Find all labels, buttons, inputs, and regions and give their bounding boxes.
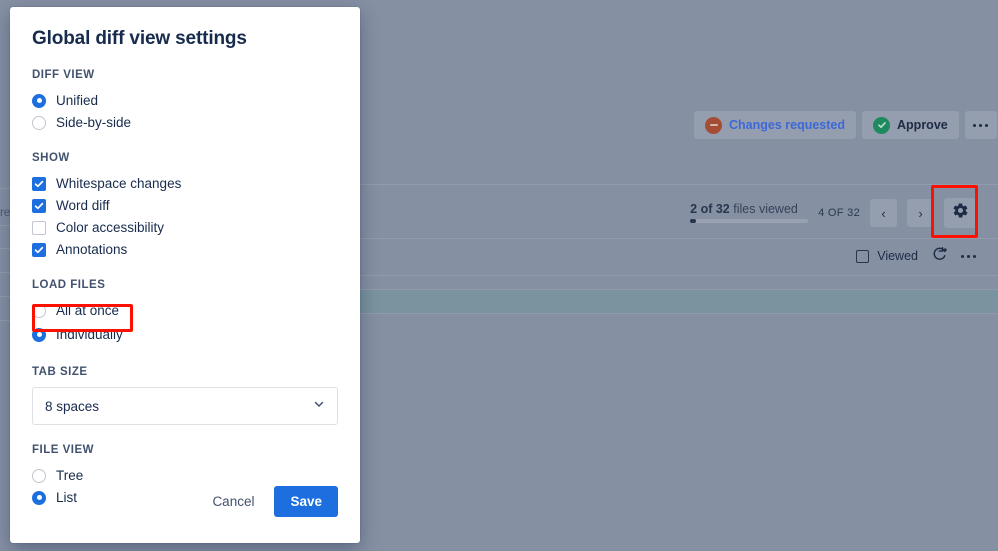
diff-settings-button[interactable] [944,198,976,228]
files-viewed-progress: 2 of 32 files viewed [690,203,809,223]
section-header: SHOW [32,152,70,164]
section-header: FILE VIEW [32,444,94,456]
ellipsis-icon [979,123,983,127]
checkbox-indicator[interactable] [32,176,46,191]
changes-requested-button[interactable]: Changes requested [694,111,857,139]
tab-size-select[interactable]: 8 spaces [32,387,338,425]
checkbox-option-word-diff[interactable]: Word diff [32,195,338,216]
previous-file-button[interactable]: ‹ [870,199,897,227]
option-label: Whitespace changes [56,176,182,191]
files-viewed-count: 2 of 32 [690,202,730,216]
viewed-checkbox-toggle[interactable]: Viewed [856,249,918,263]
radio-indicator[interactable] [32,303,46,318]
radio-option-tree[interactable]: Tree [32,465,338,486]
ellipsis-icon [973,123,977,127]
viewed-checkbox[interactable] [856,249,870,263]
file-counter-label: 4 OF 32 [818,207,860,219]
radio-indicator[interactable] [32,115,46,130]
files-viewed-label: 2 of 32 files viewed [690,203,808,216]
option-label: List [56,490,78,505]
checkbox-option-annotations[interactable]: Annotations [32,239,338,260]
minus-circle-icon [705,116,722,134]
option-label: Individually [56,327,123,342]
section-tab-size: TAB SIZE 8 spaces [32,366,338,425]
sliver-divider [0,248,10,249]
radio-indicator[interactable] [32,327,46,342]
files-progress-fill [690,219,697,223]
viewed-label: Viewed [877,249,918,263]
sliver-divider [0,188,10,189]
option-label: Annotations [56,242,128,257]
radio-option-side-by-side[interactable]: Side-by-side [32,112,338,133]
section-header: DIFF VIEW [32,69,95,81]
cancel-button[interactable]: Cancel [200,486,266,517]
chevron-left-icon: ‹ [881,205,886,221]
radio-indicator[interactable] [32,490,46,505]
section-load-files: LOAD FILES All at once Individually [32,279,338,345]
refresh-file-button[interactable] [931,245,948,267]
radio-option-all-at-once[interactable]: All at once [32,300,338,321]
option-label: Word diff [56,198,110,213]
section-header: LOAD FILES [32,279,106,291]
review-action-bar: Changes requested Approve [694,111,997,139]
next-file-button[interactable]: › [907,199,934,227]
global-diff-view-settings-dialog: Global diff view settings DIFF VIEW Unif… [10,7,360,543]
changes-requested-label: Changes requested [729,118,846,132]
radio-option-individually[interactable]: Individually [32,324,338,345]
check-circle-icon [873,116,891,134]
section-show: SHOW Whitespace changes Word diff Color … [32,152,338,260]
chevron-right-icon: › [918,205,923,221]
save-button[interactable]: Save [274,486,338,517]
approve-label: Approve [897,118,948,132]
page-left-sliver [0,0,10,551]
option-label: Tree [56,468,84,483]
section-diff-view: DIFF VIEW Unified Side-by-side [32,69,338,133]
option-label: Unified [56,93,99,108]
option-label: All at once [56,303,120,318]
checkbox-indicator[interactable] [32,242,46,257]
sliver-divider [0,296,10,297]
files-viewed-suffix: files viewed [733,202,798,216]
files-progress-bar [690,219,809,223]
dialog-footer: Cancel Save [200,486,338,517]
dialog-title: Global diff view settings [32,28,247,49]
ellipsis-icon [961,254,964,258]
approve-button[interactable]: Approve [862,111,959,139]
section-header: TAB SIZE [32,366,88,378]
sliver-divider [0,272,10,273]
file-header-actions: Viewed [856,244,976,268]
review-more-button[interactable] [964,111,997,139]
sliver-truncated-text: re [0,205,10,219]
tab-size-value: 8 spaces [45,398,100,414]
gear-icon [952,202,969,224]
refresh-plus-icon [931,245,948,267]
checkbox-indicator[interactable] [32,198,46,213]
sliver-divider [0,225,10,226]
radio-indicator[interactable] [32,468,46,483]
option-label: Side-by-side [56,115,132,130]
checkbox-option-whitespace-changes[interactable]: Whitespace changes [32,173,338,194]
radio-indicator[interactable] [32,93,46,108]
chevron-down-icon [313,397,325,415]
radio-option-unified[interactable]: Unified [32,90,338,111]
checkbox-indicator[interactable] [32,220,46,235]
ellipsis-icon [985,123,989,127]
checkbox-option-color-accessibility[interactable]: Color accessibility [32,217,338,238]
sliver-divider [0,320,10,321]
file-more-button[interactable] [961,254,976,258]
option-label: Color accessibility [56,220,165,235]
ellipsis-icon [967,254,970,258]
files-viewed-toolbar: 2 of 32 files viewed 4 OF 32 ‹ › [690,196,976,230]
ellipsis-icon [973,254,976,258]
